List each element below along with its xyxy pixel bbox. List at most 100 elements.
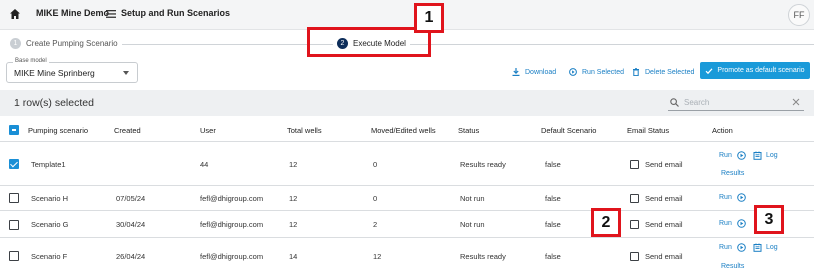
- results-link[interactable]: Results: [721, 170, 744, 177]
- log-icon[interactable]: [753, 151, 762, 160]
- table-row[interactable]: Template1 44 12 0 Results ready false Se…: [0, 142, 814, 186]
- log-link[interactable]: Log: [766, 244, 778, 251]
- results-link[interactable]: Results: [721, 263, 744, 270]
- column-header[interactable]: Email Status: [627, 126, 669, 135]
- callout-2-badge: 2: [591, 208, 621, 237]
- table-row[interactable]: Scenario G 30/04/24 fefl@dhigroup.com 12…: [0, 211, 814, 238]
- status-cell: Results ready: [460, 252, 506, 261]
- send-email-checkbox[interactable]: [630, 194, 639, 203]
- caret-down-icon: [123, 71, 129, 75]
- table-row[interactable]: Scenario F 26/04/24 fefl@dhigroup.com 14…: [0, 238, 814, 275]
- created-date: 26/04/24: [116, 252, 146, 261]
- default-scenario-cell: false: [545, 160, 561, 169]
- scenario-name: Template1: [31, 160, 66, 169]
- selection-count: 1 row(s) selected: [14, 97, 94, 109]
- stepper-line: [110, 44, 814, 45]
- user-cell: fefl@dhigroup.com: [200, 220, 264, 229]
- total-wells: 12: [289, 220, 298, 229]
- table-header: Pumping scenario Created User Total well…: [0, 118, 814, 142]
- status-cell: Not run: [460, 194, 485, 203]
- run-selected-label: Run Selected: [582, 68, 625, 76]
- row-checkbox[interactable]: [9, 251, 19, 261]
- send-email-label: Send email: [645, 194, 683, 203]
- play-circle-icon[interactable]: [737, 219, 746, 228]
- delete-selected-label: Delete Selected: [645, 68, 695, 76]
- delete-selected-button[interactable]: Delete Selected: [632, 68, 694, 76]
- send-email-checkbox[interactable]: [630, 220, 639, 229]
- callout-3-badge: 3: [754, 205, 784, 234]
- menu-icon[interactable]: [106, 10, 116, 18]
- play-circle-icon[interactable]: [737, 151, 746, 160]
- log-link[interactable]: Log: [766, 152, 778, 159]
- run-link[interactable]: Run: [719, 152, 732, 159]
- run-link[interactable]: Run: [719, 194, 732, 201]
- base-model-label: Base model: [13, 58, 49, 64]
- select-all-checkbox[interactable]: [9, 125, 19, 135]
- download-label: Download: [525, 68, 557, 76]
- base-model-select[interactable]: Base model MIKE Mine Sprinberg: [6, 58, 138, 83]
- home-icon[interactable]: [9, 8, 21, 20]
- column-header[interactable]: User: [200, 126, 216, 135]
- scenario-name: Scenario G: [31, 220, 69, 229]
- total-wells: 12: [289, 160, 298, 169]
- play-circle-icon[interactable]: [737, 243, 746, 252]
- moved-wells: 0: [373, 194, 378, 203]
- created-date: 30/04/24: [116, 220, 146, 229]
- app-title[interactable]: MIKE Mine Demo: [36, 8, 109, 18]
- column-header[interactable]: Action: [712, 126, 733, 135]
- search-placeholder: Search: [684, 98, 710, 107]
- send-email-checkbox[interactable]: [630, 252, 639, 261]
- user-cell: fefl@dhigroup.com: [200, 194, 264, 203]
- moved-wells: 2: [373, 220, 378, 229]
- status-cell: Results ready: [460, 160, 506, 169]
- send-email-label: Send email: [645, 252, 683, 261]
- callout-1-badge: 1: [414, 3, 444, 33]
- promote-default-button[interactable]: Promote as default scenario: [700, 62, 810, 79]
- user-cell: fefl@dhigroup.com: [200, 252, 264, 261]
- base-model-value: MIKE Mine Sprinberg: [14, 68, 95, 78]
- column-header[interactable]: Default Scenario: [541, 126, 596, 135]
- scenario-name: Scenario F: [31, 252, 68, 261]
- table-row[interactable]: Scenario H 07/05/24 fefl@dhigroup.com 12…: [0, 186, 814, 211]
- status-cell: Not run: [460, 220, 485, 229]
- check-icon: [705, 67, 713, 74]
- created-date: 07/05/24: [116, 194, 146, 203]
- close-icon[interactable]: [792, 98, 800, 106]
- send-email-label: Send email: [645, 220, 683, 229]
- column-header[interactable]: Status: [458, 126, 479, 135]
- default-scenario-cell: false: [545, 252, 561, 261]
- row-checkbox[interactable]: [9, 193, 19, 203]
- step-create-pumping-scenario[interactable]: 1 Create Pumping Scenario: [10, 38, 122, 49]
- column-header[interactable]: Moved/Edited wells: [371, 126, 436, 135]
- total-wells: 14: [289, 252, 298, 261]
- column-header[interactable]: Pumping scenario: [28, 126, 88, 135]
- search-icon: [670, 98, 679, 107]
- column-header[interactable]: Created: [114, 126, 141, 135]
- send-email-checkbox[interactable]: [630, 160, 639, 169]
- trash-icon: [633, 68, 639, 76]
- run-link[interactable]: Run: [719, 220, 732, 227]
- play-circle-icon[interactable]: [737, 193, 746, 202]
- avatar[interactable]: FF: [788, 4, 810, 26]
- column-header[interactable]: Total wells: [287, 126, 322, 135]
- run-link[interactable]: Run: [719, 244, 732, 251]
- step-number: 1: [10, 38, 21, 49]
- default-scenario-cell: false: [545, 194, 561, 203]
- run-selected-button[interactable]: Run Selected: [569, 68, 624, 76]
- play-circle-icon: [569, 68, 577, 76]
- moved-wells: 0: [373, 160, 378, 169]
- download-button[interactable]: Download: [512, 68, 556, 76]
- row-checkbox[interactable]: [9, 220, 19, 230]
- send-email-label: Send email: [645, 160, 683, 169]
- log-icon[interactable]: [753, 243, 762, 252]
- user-cell: 44: [200, 160, 209, 169]
- scenarios-table: Pumping scenario Created User Total well…: [0, 118, 814, 275]
- promote-label: Promote as default scenario: [717, 67, 805, 74]
- search-input[interactable]: Search: [668, 95, 804, 111]
- default-scenario-cell: false: [545, 220, 561, 229]
- download-icon: [512, 68, 520, 76]
- callout-1-highlight: [307, 27, 431, 57]
- page-title: Setup and Run Scenarios: [121, 8, 231, 18]
- step-label: Create Pumping Scenario: [26, 39, 118, 48]
- row-checkbox[interactable]: [9, 159, 19, 169]
